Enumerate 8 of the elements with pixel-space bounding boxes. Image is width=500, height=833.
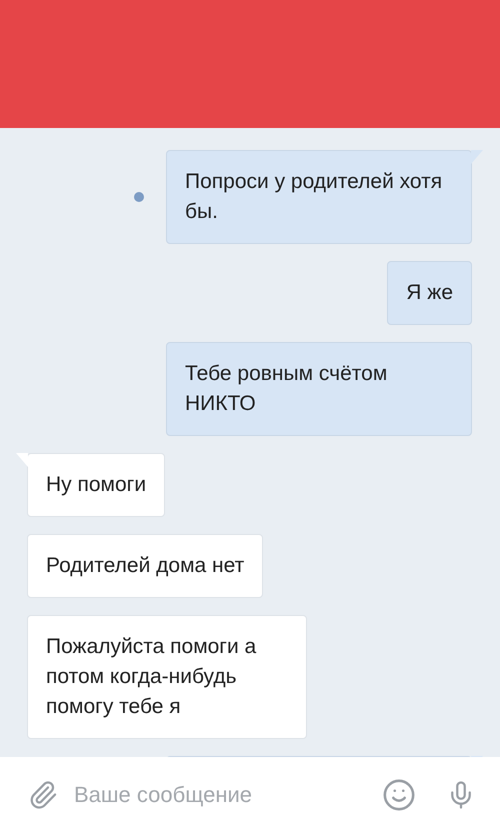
message-bubble: Я же [387, 261, 472, 325]
paperclip-icon[interactable] [28, 780, 58, 810]
message-bubble: Родителей дома нет [27, 534, 264, 598]
message-bubble: Тебе ровным счётом НИКТО [166, 342, 472, 436]
bubble-tail [471, 150, 483, 164]
bubble-tail [16, 453, 28, 467]
message-bubble: Пожалуйста помоги а потом когда-нибудь помогу тебе я [27, 615, 307, 739]
emoji-icon[interactable] [382, 778, 416, 812]
